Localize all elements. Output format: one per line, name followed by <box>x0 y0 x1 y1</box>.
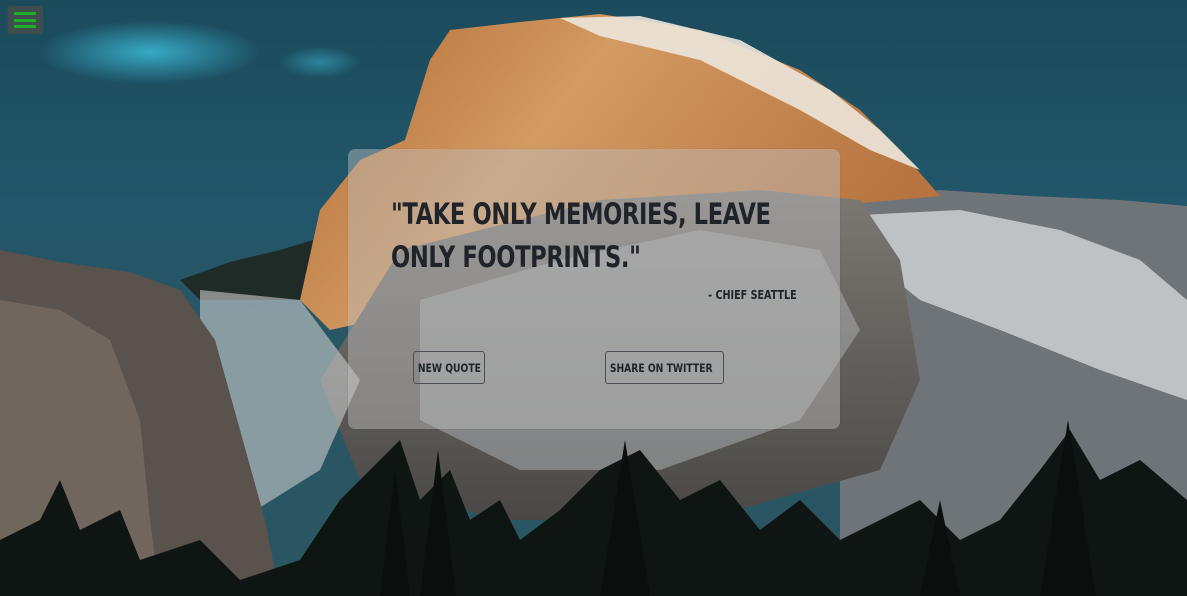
hamburger-icon-bar <box>14 18 36 22</box>
quote-card: "Take only memories, leave only footprin… <box>348 149 840 429</box>
share-on-twitter-label: Share on Twitter <box>610 360 713 375</box>
hamburger-icon-bar <box>14 25 36 28</box>
hamburger-menu-button[interactable] <box>7 6 43 34</box>
share-on-twitter-button[interactable]: Share on Twitter <box>605 351 724 384</box>
hamburger-icon-bar <box>14 12 36 15</box>
new-quote-button[interactable]: New Quote <box>413 351 485 384</box>
new-quote-label: New Quote <box>417 360 481 375</box>
quote-author: - Chief Seattle <box>708 288 797 302</box>
quote-text: "Take only memories, leave only footprin… <box>391 197 771 274</box>
